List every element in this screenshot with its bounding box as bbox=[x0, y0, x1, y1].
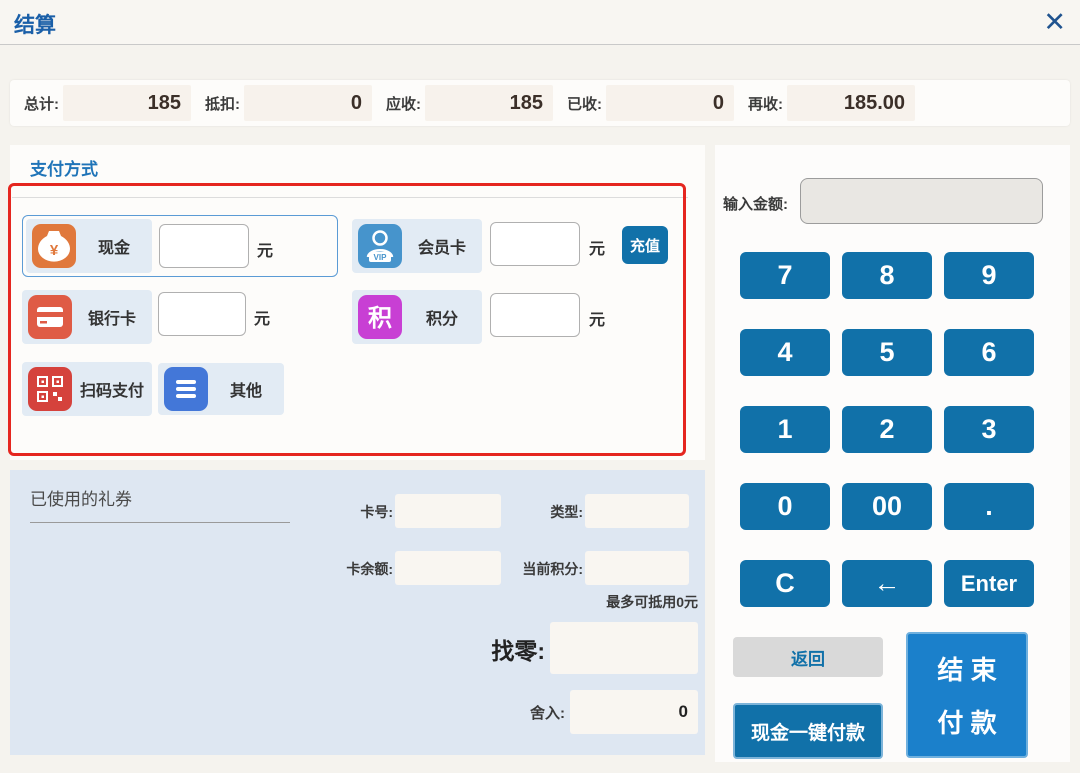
key-dot[interactable]: . bbox=[944, 483, 1034, 530]
cash-quick-pay-button[interactable]: 现金一键付款 bbox=[733, 703, 883, 759]
payment-cash-label: 现金 bbox=[76, 234, 152, 258]
rounding-label: 舍入: bbox=[490, 702, 565, 723]
summary-deduction-value: 0 bbox=[244, 85, 372, 121]
enter-amount-label: 输入金额: bbox=[723, 193, 788, 214]
key-00[interactable]: 00 bbox=[842, 483, 932, 530]
keypad: 7 8 9 4 5 6 1 2 3 0 00 . C ← Enter bbox=[740, 252, 1034, 607]
change-label: 找零: bbox=[465, 632, 545, 666]
key-3[interactable]: 3 bbox=[944, 406, 1034, 453]
summary-total-label: 总计: bbox=[24, 93, 59, 114]
bank-card-icon bbox=[28, 295, 72, 339]
key-9[interactable]: 9 bbox=[944, 252, 1034, 299]
key-1[interactable]: 1 bbox=[740, 406, 830, 453]
summary-total-value: 185 bbox=[63, 85, 191, 121]
payment-method-cash[interactable]: ¥ 现金 bbox=[26, 219, 152, 273]
recharge-button[interactable]: 充值 bbox=[622, 226, 668, 264]
current-points-field bbox=[585, 551, 689, 585]
summary-deduction-label: 抵扣: bbox=[205, 93, 240, 114]
key-2[interactable]: 2 bbox=[842, 406, 932, 453]
bank-amount-input[interactable] bbox=[158, 292, 246, 336]
summary-received: 已收: 0 bbox=[567, 85, 734, 121]
dialog-title: 结算 bbox=[14, 9, 56, 39]
summary-deduction: 抵扣: 0 bbox=[205, 85, 372, 121]
dialog-header: 结算 ✕ bbox=[0, 0, 1080, 45]
divider bbox=[12, 197, 688, 198]
key-5[interactable]: 5 bbox=[842, 329, 932, 376]
summary-bar: 总计: 185 抵扣: 0 应收: 185 已收: 0 再收: 185.00 bbox=[10, 80, 1070, 126]
payment-method-other[interactable]: 其他 bbox=[158, 363, 284, 415]
change-field bbox=[550, 622, 698, 674]
payment-cash-row[interactable]: ¥ 现金 元 bbox=[22, 215, 338, 277]
voucher-card-panel: 已使用的礼券 卡号: 类型: 卡余额: 当前积分: 最多可抵用0元 找零: 舍入… bbox=[10, 470, 705, 755]
used-voucher-title: 已使用的礼券 bbox=[30, 485, 132, 510]
close-icon[interactable]: ✕ bbox=[1043, 4, 1066, 40]
member-vip-icon: VIP bbox=[358, 224, 402, 268]
summary-received-label: 已收: bbox=[567, 93, 602, 114]
cash-unit-label: 元 bbox=[257, 237, 273, 261]
divider bbox=[30, 522, 290, 523]
card-balance-label: 卡余额: bbox=[300, 559, 393, 579]
card-type-field bbox=[585, 494, 689, 528]
payment-method-member[interactable]: VIP 会员卡 bbox=[352, 219, 482, 273]
summary-total: 总计: 185 bbox=[24, 85, 191, 121]
svg-text:VIP: VIP bbox=[374, 253, 388, 262]
points-unit-label: 元 bbox=[589, 306, 605, 330]
payment-scan-label: 扫码支付 bbox=[72, 377, 152, 401]
member-amount-input[interactable] bbox=[490, 222, 580, 266]
current-points-label: 当前积分: bbox=[478, 559, 583, 579]
payment-other-label: 其他 bbox=[208, 377, 284, 401]
payment-section-title: 支付方式 bbox=[30, 155, 98, 180]
payment-member-label: 会员卡 bbox=[402, 234, 482, 258]
points-icon: 积 bbox=[358, 295, 402, 339]
qr-code-icon bbox=[28, 367, 72, 411]
card-type-label: 类型: bbox=[500, 502, 583, 522]
svg-text:积: 积 bbox=[368, 305, 392, 332]
summary-received-value: 0 bbox=[606, 85, 734, 121]
card-no-label: 卡号: bbox=[300, 502, 393, 522]
money-bag-icon: ¥ bbox=[32, 224, 76, 268]
finish-payment-line2: 付 款 bbox=[937, 703, 996, 740]
key-4[interactable]: 4 bbox=[740, 329, 830, 376]
member-unit-label: 元 bbox=[589, 235, 605, 259]
payment-panel: 支付方式 ¥ 现金 元 VIP 会员卡 元 充值 bbox=[10, 145, 705, 460]
numpad-panel: 输入金额: 7 8 9 4 5 6 1 2 3 0 00 . C ← Enter… bbox=[715, 145, 1070, 762]
payment-method-bank[interactable]: 银行卡 bbox=[22, 290, 152, 344]
payment-points-label: 积分 bbox=[402, 305, 482, 329]
rounding-field: 0 bbox=[570, 690, 698, 734]
finish-payment-line1: 结 束 bbox=[937, 650, 996, 687]
key-8[interactable]: 8 bbox=[842, 252, 932, 299]
summary-receivable-value: 185 bbox=[425, 85, 553, 121]
payment-bank-label: 银行卡 bbox=[72, 305, 152, 329]
key-clear[interactable]: C bbox=[740, 560, 830, 607]
finish-payment-button[interactable]: 结 束 付 款 bbox=[906, 632, 1028, 758]
key-7[interactable]: 7 bbox=[740, 252, 830, 299]
summary-remaining: 再收: 185.00 bbox=[748, 85, 915, 121]
summary-receivable: 应收: 185 bbox=[386, 85, 553, 121]
enter-amount-input[interactable] bbox=[800, 178, 1043, 224]
max-deduct-note: 最多可抵用0元 bbox=[510, 592, 698, 612]
payment-method-points[interactable]: 积 积分 bbox=[352, 290, 482, 344]
summary-receivable-label: 应收: bbox=[386, 93, 421, 114]
bank-unit-label: 元 bbox=[254, 305, 270, 329]
key-backspace-icon[interactable]: ← bbox=[842, 560, 932, 607]
key-6[interactable]: 6 bbox=[944, 329, 1034, 376]
key-enter[interactable]: Enter bbox=[944, 560, 1034, 607]
key-0[interactable]: 0 bbox=[740, 483, 830, 530]
points-amount-input[interactable] bbox=[490, 293, 580, 337]
back-button[interactable]: 返回 bbox=[733, 637, 883, 677]
svg-text:¥: ¥ bbox=[50, 242, 59, 259]
card-no-field bbox=[395, 494, 501, 528]
menu-list-icon bbox=[164, 367, 208, 411]
summary-remaining-label: 再收: bbox=[748, 93, 783, 114]
payment-method-scan[interactable]: 扫码支付 bbox=[22, 362, 152, 416]
cash-amount-input[interactable] bbox=[159, 224, 249, 268]
summary-remaining-value: 185.00 bbox=[787, 85, 915, 121]
